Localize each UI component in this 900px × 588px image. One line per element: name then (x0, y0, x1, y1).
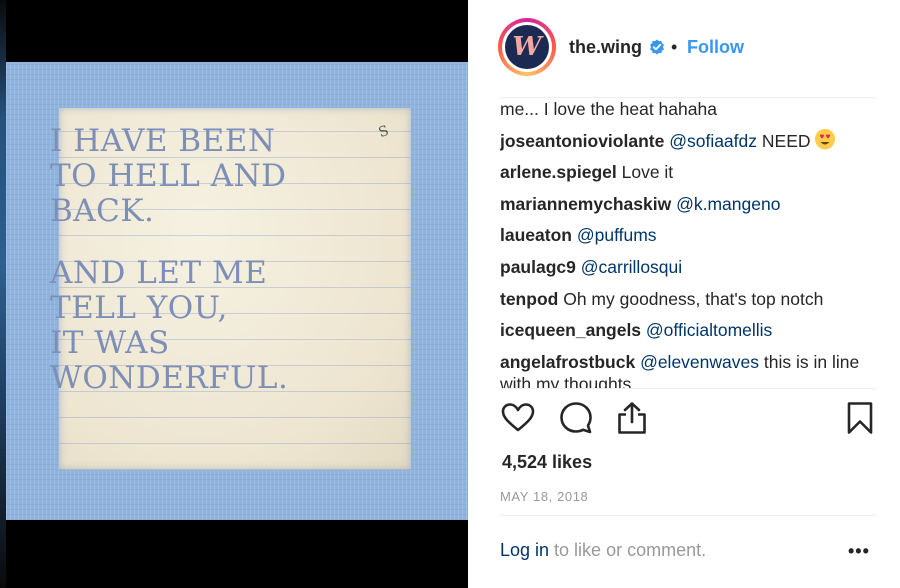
divider (500, 388, 876, 389)
stitched-line: I HAVE BEEN (50, 123, 276, 159)
comment-username[interactable]: paulagc9 (500, 257, 576, 277)
comment-username[interactable]: joseantonioviolante (500, 131, 664, 151)
username-link[interactable]: the.wing (569, 37, 642, 58)
post-photo[interactable]: S I HAVE BEEN TO HELL AND BACK. AND LET … (0, 0, 468, 588)
comment: arlene.spiegel Love it (500, 157, 876, 189)
action-bar (500, 400, 876, 440)
comment-username[interactable]: laueaton (500, 225, 572, 245)
avatar-logo: W (505, 25, 549, 69)
comment: mariannemychaskiw @k.mangeno (500, 189, 876, 221)
stitched-line: IT WAS (50, 325, 170, 361)
comment-username[interactable]: mariannemychaskiw (500, 194, 671, 214)
stitched-line: TO HELL AND (50, 158, 287, 194)
avatar[interactable]: W (502, 22, 552, 72)
heart-icon[interactable] (500, 400, 536, 436)
login-prompt-text: to like or comment. (549, 540, 707, 560)
stitched-line: WONDERFUL. (50, 360, 289, 396)
verified-badge-icon (650, 39, 664, 55)
stitched-paragraph-1: I HAVE BEEN TO HELL AND BACK. (50, 124, 350, 229)
heart-eyes-emoji-icon (815, 128, 836, 150)
comment-bubble-icon[interactable] (558, 400, 594, 436)
comment-mention[interactable]: @elevenwaves (640, 352, 759, 372)
header-separator: • (671, 37, 678, 57)
login-link[interactable]: Log in (500, 540, 549, 560)
comment-mention[interactable]: @k.mangeno (676, 194, 780, 214)
comment-text: me... I love the heat hahaha (500, 99, 717, 119)
cloth-corner-mark: S (376, 122, 392, 142)
divider (500, 515, 876, 516)
comment: joseantonioviolante @sofiaafdz NEED (500, 126, 876, 158)
comment-mention[interactable]: @sofiaafdz (669, 131, 757, 151)
comment-mention[interactable]: @puffums (577, 225, 657, 245)
comment: laueaton @puffums (500, 220, 876, 252)
comment-text: Oh my goodness, that's top notch (563, 288, 824, 309)
stitched-line: AND LET ME (50, 255, 268, 291)
comment-username[interactable]: arlene.spiegel (500, 162, 617, 182)
comment-text: Love it (621, 162, 674, 183)
login-prompt: Log in to like or comment. (500, 540, 706, 561)
stitched-paragraph-2: AND LET ME TELL YOU, IT WAS WONDERFUL. (50, 256, 350, 396)
share-icon[interactable] (614, 400, 650, 436)
comment-username[interactable]: tenpod (500, 289, 558, 309)
avatar-story-ring[interactable]: W (498, 18, 556, 76)
embroidered-cloth-image: S I HAVE BEEN TO HELL AND BACK. AND LET … (6, 62, 468, 520)
comment: icequeen_angels @officialtomellis (500, 315, 876, 347)
comment: me... I love the heat hahaha (500, 98, 876, 126)
comment-text: NEED (761, 130, 811, 151)
likes-count[interactable]: 4,524 likes (502, 452, 592, 473)
post-date: MAY 18, 2018 (500, 489, 589, 504)
comment-mention[interactable]: @carrillosqui (581, 257, 682, 277)
stitched-line: BACK. (50, 193, 155, 229)
follow-button[interactable]: Follow (687, 37, 744, 58)
comment-username[interactable]: angelafrostbuck (500, 352, 635, 372)
comments-list[interactable]: me... I love the heat hahaha joseantonio… (500, 97, 876, 388)
comment: tenpod Oh my goodness, that's top notch (500, 284, 876, 316)
stitched-text: I HAVE BEEN TO HELL AND BACK. AND LET ME… (50, 124, 350, 423)
more-options-button[interactable]: ••• (848, 541, 870, 562)
stitched-line: TELL YOU, (50, 290, 228, 326)
bookmark-icon[interactable] (842, 400, 878, 436)
post-header: W the.wing • Follow (468, 0, 900, 96)
comment-username[interactable]: icequeen_angels (500, 320, 641, 340)
comment: angelafrostbuck @elevenwaves this is in … (500, 351, 876, 388)
comment-mention[interactable]: @officialtomellis (646, 320, 772, 340)
comment: paulagc9 @carrillosqui (500, 252, 876, 284)
